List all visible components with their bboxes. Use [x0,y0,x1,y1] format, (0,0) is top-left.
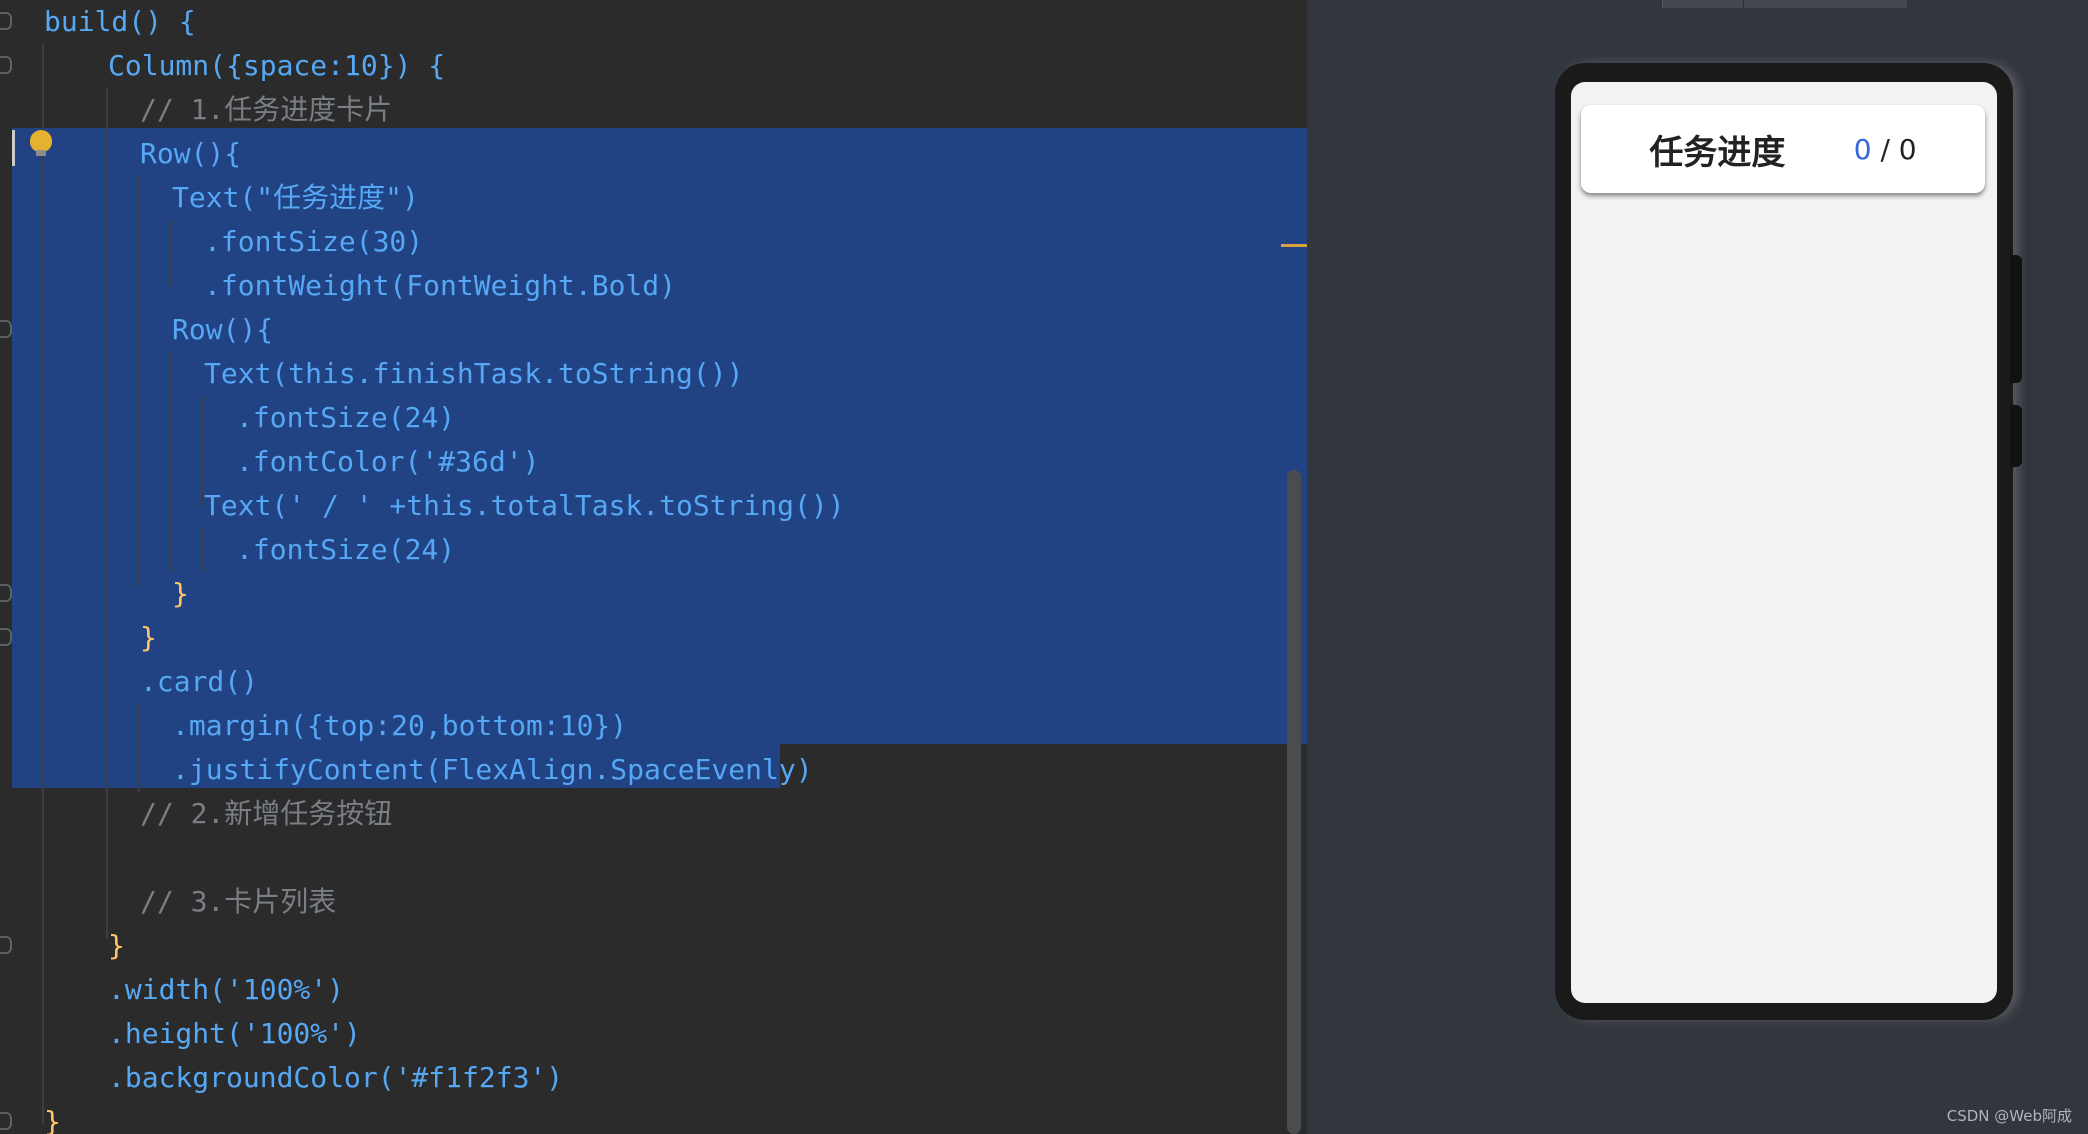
task-progress-count: 0 / 0 [1854,133,1917,166]
code-text: } [108,929,125,962]
code-text: Text(this.finishTask.toString()) [204,357,744,390]
finish-task-count: 0 [1853,132,1872,166]
code-line[interactable]: .fontSize(30) [204,220,423,264]
code-text: Column({space:10}) { [108,49,446,82]
code-line[interactable]: .fontWeight(FontWeight.Bold) [204,264,676,308]
fold-marker-icon[interactable] [0,12,12,30]
code-line[interactable]: Text("任务进度") [172,176,419,220]
code-text: } [140,621,157,654]
code-line[interactable]: Column({space:10}) { [108,44,445,88]
code-line[interactable]: // 2.新增任务按钮 [140,792,392,836]
code-text: .margin({top:20,bottom:10}) [172,709,628,742]
code-text: .fontSize(24) [236,533,456,566]
code-line[interactable]: .fontSize(24) [236,528,455,572]
code-line[interactable]: Text(' / ' +this.totalTask.toString()) [204,484,845,528]
code-line[interactable]: .height('100%') [108,1012,361,1056]
code-text: Text("任务进度") [172,181,419,214]
code-line[interactable]: .margin({top:20,bottom:10}) [172,704,627,748]
code-text: .justifyContent(FlexAlign.SpaceEvenly) [172,753,813,786]
code-line[interactable]: .justifyContent(FlexAlign.SpaceEvenly) [172,748,813,792]
code-text: Text(' / ' +this.totalTask.toString()) [204,489,845,522]
indent-guide [170,352,172,572]
warning-marker[interactable] [1281,244,1307,247]
code-text: } [44,1105,61,1134]
code-line[interactable]: .fontColor('#36d') [236,440,539,484]
code-line[interactable]: .width('100%') [108,968,344,1012]
fold-marker-icon[interactable] [0,584,12,602]
code-text: .card() [140,665,259,698]
code-line[interactable]: // 1.任务进度卡片 [140,88,392,132]
code-text: .fontSize(24) [236,401,456,434]
lightbulb-icon[interactable] [30,130,52,156]
code-text: build() { [44,5,196,38]
fold-marker-icon[interactable] [0,936,12,954]
code-text: .backgroundColor('#f1f2f3') [108,1061,564,1094]
previewer-toolbar[interactable] [1662,0,1907,8]
code-line[interactable]: .fontSize(24) [236,396,455,440]
code-line[interactable]: } [140,616,157,660]
code-line[interactable]: // 3.卡片列表 [140,880,336,924]
code-text: .height('100%') [108,1017,361,1050]
code-line[interactable]: build() { [44,0,196,44]
code-text: .fontColor('#36d') [236,445,540,478]
indent-guide [106,88,108,938]
fold-marker-icon[interactable] [0,320,12,338]
device-screen: 任务进度 0 / 0 [1571,82,1997,1003]
code-text: } [172,577,189,610]
code-text: .fontWeight(FontWeight.Bold) [204,269,677,302]
fold-marker-icon[interactable] [0,1112,12,1130]
indent-guide [138,704,140,792]
indent-guide [202,528,204,572]
code-line[interactable]: } [108,924,125,968]
code-text: Row(){ [140,137,242,170]
editor-scrollbar[interactable] [1287,470,1301,1134]
code-line[interactable]: } [172,572,189,616]
code-line[interactable]: Row(){ [140,132,241,176]
code-editor[interactable]: build() { Column({space:10}) { // 1.任务进度… [0,0,1307,1134]
device-volume-button [2010,255,2022,383]
code-text: .fontSize(30) [204,225,424,258]
task-progress-title: 任务进度 [1649,132,1786,173]
fold-marker-icon[interactable] [0,56,12,74]
total-task-count: / 0 [1871,132,1917,166]
text-caret [12,130,15,166]
code-line[interactable]: } [44,1100,61,1134]
code-line[interactable]: Row(){ [172,308,273,352]
fold-marker-icon[interactable] [0,628,12,646]
code-text: // 2.新增任务按钮 [140,797,393,830]
device-power-button [2010,405,2022,467]
task-progress-card: 任务进度 0 / 0 [1581,105,1985,193]
code-line[interactable]: .backgroundColor('#f1f2f3') [108,1056,563,1100]
code-text: .width('100%') [108,973,345,1006]
code-text: // 1.任务进度卡片 [140,93,393,126]
indent-guide [170,220,172,286]
indent-guide [42,44,44,1124]
code-line[interactable]: .card() [140,660,258,704]
code-text: // 3.卡片列表 [140,885,337,918]
indent-guide [138,176,140,586]
watermark: CSDN @Web阿成 [1946,1107,2072,1125]
code-line[interactable]: Text(this.finishTask.toString()) [204,352,743,396]
code-text: Row(){ [172,313,274,346]
